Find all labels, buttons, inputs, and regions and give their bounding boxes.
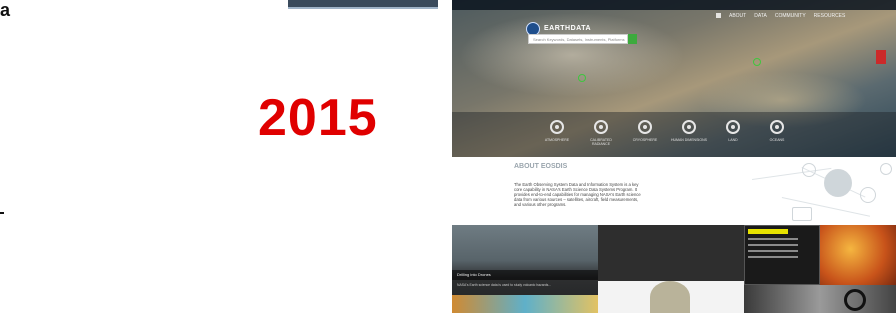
- previous-screenshot-edge: [288, 0, 438, 9]
- about-text: The Earth Observing System Data and Info…: [514, 182, 641, 207]
- network-node: [792, 207, 812, 221]
- brand-name: EARTHDATA: [544, 25, 592, 32]
- top-bar: [452, 0, 896, 10]
- search-input[interactable]: Search Keywords, Datasets, Instruments, …: [528, 34, 628, 44]
- feature-tool-thumbnail[interactable]: [744, 225, 896, 313]
- topic-caption: CRYOSPHERE: [632, 138, 658, 142]
- topic-caption: ATMOSPHERE: [544, 138, 570, 142]
- topic-caption: LAND: [728, 138, 738, 142]
- topic-caption: CALIBRATED RADIANCE: [590, 138, 612, 146]
- tree-image: [650, 281, 690, 313]
- hot-spring-image: [452, 295, 598, 313]
- earthdata-screenshot: EARTHDATA FIND DATA · USE DATA ABOUT DAT…: [452, 0, 896, 313]
- panel-line: [748, 256, 798, 258]
- map-marker-icon[interactable]: [578, 74, 586, 82]
- land-icon[interactable]: [726, 120, 740, 134]
- about-title: ABOUT EOSDIS: [514, 163, 568, 170]
- satellite-image: [744, 285, 896, 313]
- nav-item-about[interactable]: ABOUT: [729, 13, 746, 19]
- magnifier-icon: [844, 289, 866, 311]
- radiance-icon[interactable]: [594, 120, 608, 134]
- panel-line: [748, 244, 798, 246]
- network-node: [860, 187, 876, 203]
- nav-item-resources[interactable]: RESOURCES: [814, 13, 846, 19]
- year-label: 2015: [258, 89, 378, 147]
- corner-glyph: a: [0, 0, 11, 20]
- menu-square-icon[interactable]: [716, 13, 721, 18]
- photo-strip: Drilling into Drones NASA's Earth scienc…: [452, 225, 896, 313]
- network-node: [824, 169, 852, 197]
- about-section: ABOUT EOSDIS The Earth Observing System …: [452, 157, 896, 225]
- left-tick: [0, 212, 4, 214]
- topic-caption: OCEANS: [769, 138, 785, 142]
- feedback-tab[interactable]: [876, 50, 886, 64]
- highlight-row: [748, 229, 788, 234]
- photo-title: Drilling into Drones: [457, 272, 491, 277]
- cryosphere-icon[interactable]: [638, 120, 652, 134]
- oceans-icon[interactable]: [770, 120, 784, 134]
- panel-line: [748, 238, 798, 240]
- feature-photo-drones[interactable]: Drilling into Drones NASA's Earth scienc…: [452, 225, 598, 313]
- topic-caption: HUMAN DIMENSIONS: [671, 138, 707, 142]
- search-button[interactable]: [628, 34, 637, 44]
- topic-icon-row: ATMOSPHERE CALIBRATED RADIANCE CRYOSPHER…: [452, 112, 896, 157]
- photo-caption: NASA's Earth science data is used to stu…: [457, 283, 552, 287]
- hero-banner: EARTHDATA FIND DATA · USE DATA ABOUT DAT…: [452, 0, 896, 157]
- map-marker-icon[interactable]: [753, 58, 761, 66]
- atmosphere-icon[interactable]: [550, 120, 564, 134]
- feature-photo-tree[interactable]: [598, 225, 744, 313]
- main-nav: ABOUT DATA COMMUNITY RESOURCES: [716, 13, 845, 19]
- nav-item-community[interactable]: COMMUNITY: [775, 13, 806, 19]
- nav-item-data[interactable]: DATA: [754, 13, 767, 19]
- network-line: [752, 167, 832, 180]
- tool-panel: [744, 225, 820, 285]
- network-node: [880, 163, 892, 175]
- heat-map-image: [820, 225, 896, 285]
- network-node: [802, 163, 816, 177]
- panel-line: [748, 250, 798, 252]
- human-dimensions-icon[interactable]: [682, 120, 696, 134]
